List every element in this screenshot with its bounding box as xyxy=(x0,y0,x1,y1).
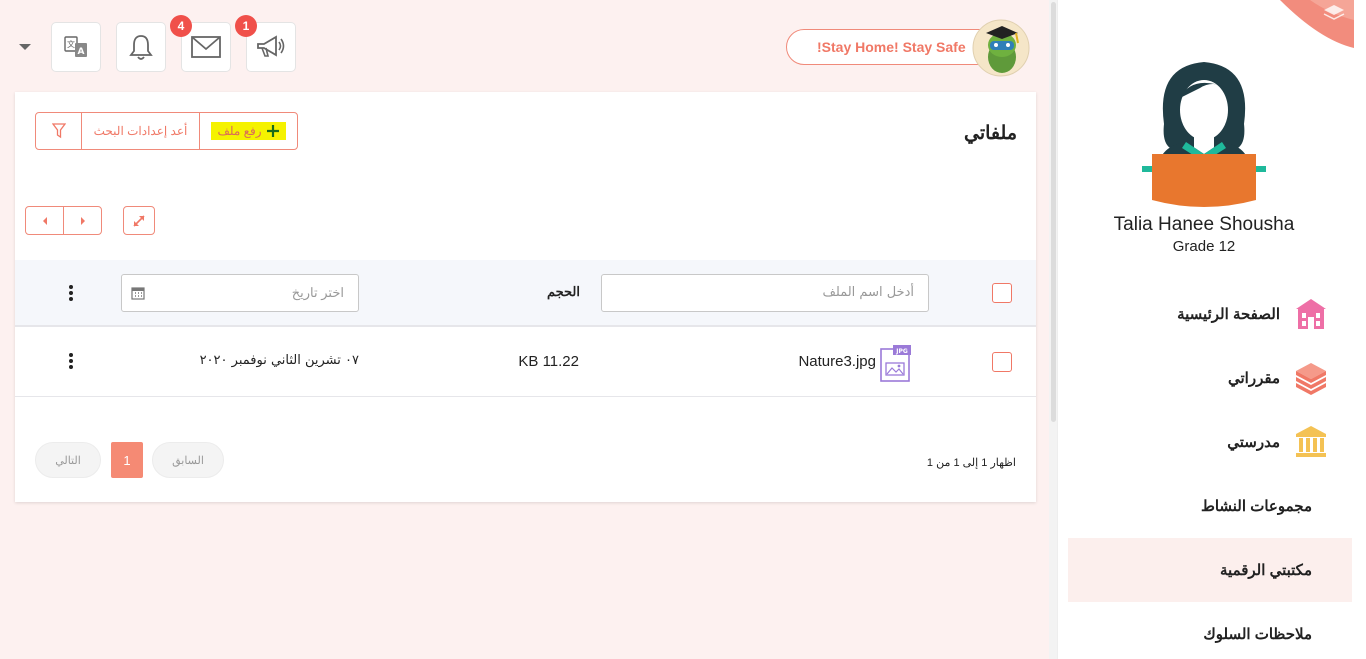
stay-home-banner[interactable]: !Stay Home! Stay Safe xyxy=(786,29,1000,65)
envelope-icon xyxy=(191,36,221,58)
expand-table-button[interactable] xyxy=(123,206,155,235)
corner-logo-icon xyxy=(1280,0,1354,48)
row-checkbox[interactable] xyxy=(992,352,1012,372)
mascot-graduate-icon xyxy=(972,19,1030,77)
filter-button[interactable] xyxy=(36,113,82,149)
jpg-file-icon: JPG xyxy=(880,345,911,382)
table-scroll-arrows xyxy=(25,206,102,235)
sidebar-scrollbar-thumb[interactable] xyxy=(1051,2,1056,422)
select-all-checkbox[interactable] xyxy=(992,283,1012,303)
sidebar-item-label: الصفحة الرئيسية xyxy=(1177,306,1280,323)
previous-page-button[interactable]: السابق xyxy=(152,442,224,478)
sidebar-item-digital-library[interactable]: مكتبتي الرقمية xyxy=(1068,538,1352,602)
file-date: ٠٧ تشرين الثاني نوفمبر ٢٠٢٠ xyxy=(199,353,359,368)
calendar-icon xyxy=(131,287,145,300)
caret-left-icon xyxy=(42,216,47,225)
pagination-summary: اظهار 1 إلى 1 من 1 xyxy=(926,457,1016,469)
files-toolbar: أعد إعدادات البحث رفع ملف xyxy=(35,112,298,150)
notifications-button[interactable] xyxy=(116,22,166,72)
sidebar-item-label: مكتبتي الرقمية xyxy=(1220,562,1312,579)
date-picker-input[interactable]: اختر تاريخ xyxy=(121,274,359,312)
file-type-label: JPG xyxy=(895,348,908,355)
institution-columns-icon xyxy=(1296,426,1326,457)
translate-icon: A 文 xyxy=(64,36,87,57)
funnel-icon xyxy=(51,123,66,139)
upload-label: رفع ملف xyxy=(217,124,262,138)
reset-search-button[interactable]: أعد إعدادات البحث xyxy=(82,113,200,149)
sidebar-item-label: مجموعات النشاط xyxy=(1200,498,1312,515)
sidebar: Talia Hanee Shousha Grade 12 الصفحة الرئ… xyxy=(1057,0,1366,659)
file-size: KB 11.22 xyxy=(518,353,579,370)
school-building-icon xyxy=(1296,299,1326,329)
sidebar-item-behavior-notes[interactable]: ملاحظات السلوك xyxy=(1068,602,1352,659)
sidebar-nav: الصفحة الرئيسية مقرراتي مدرستي مجموعات ا… xyxy=(1068,282,1352,659)
expand-icon xyxy=(133,214,145,227)
file-name-search-input[interactable]: أدخل اسم الملف xyxy=(601,274,929,312)
upload-file-button[interactable]: رفع ملف xyxy=(200,113,297,149)
file-name-link[interactable]: Nature3.jpg xyxy=(798,353,876,370)
messages-button[interactable]: 4 xyxy=(170,15,231,72)
date-placeholder: اختر تاريخ xyxy=(291,285,344,300)
sidebar-item-label: مقرراتي xyxy=(1228,370,1280,387)
table-row[interactable]: JPG Nature3.jpg KB 11.22 ٠٧ تشرين الثاني… xyxy=(15,327,1036,397)
row-options-kebab-icon[interactable] xyxy=(68,352,74,370)
sidebar-item-label: مدرستي xyxy=(1227,434,1280,451)
scroll-left-button[interactable] xyxy=(26,207,64,234)
avatar xyxy=(1142,62,1266,207)
announcements-count-badge: 1 xyxy=(235,15,257,37)
table-filter-row: أدخل اسم الملف الحجم اختر تاريخ xyxy=(15,260,1036,327)
svg-text:文: 文 xyxy=(67,39,75,49)
scroll-right-button[interactable] xyxy=(64,207,101,234)
account-menu-dropdown[interactable] xyxy=(19,44,31,50)
column-options-kebab-icon[interactable] xyxy=(68,284,74,302)
messages-count-badge: 4 xyxy=(170,15,192,37)
sidebar-item-home[interactable]: الصفحة الرئيسية xyxy=(1068,282,1352,346)
files-card: ملفاتي أعد إعدادات البحث رفع ملف أدخل اس… xyxy=(15,92,1036,502)
user-grade: Grade 12 xyxy=(1172,238,1236,255)
caret-right-icon xyxy=(80,216,85,225)
megaphone-icon xyxy=(257,35,285,57)
bell-icon xyxy=(129,35,153,60)
language-button[interactable]: A 文 xyxy=(51,22,101,72)
next-page-button[interactable]: التالي xyxy=(35,442,101,478)
plus-icon xyxy=(266,125,279,137)
sidebar-item-my-school[interactable]: مدرستي xyxy=(1068,410,1352,474)
sidebar-item-activity-groups[interactable]: مجموعات النشاط xyxy=(1068,474,1352,538)
size-column-header: الحجم xyxy=(546,284,580,299)
books-stack-icon xyxy=(1296,363,1326,395)
announcements-button[interactable]: 1 xyxy=(235,15,296,72)
user-name: Talia Hanee Shousha xyxy=(1113,214,1295,235)
sidebar-item-label: ملاحظات السلوك xyxy=(1203,626,1312,643)
current-page-button[interactable]: 1 xyxy=(111,442,143,478)
svg-text:A: A xyxy=(78,47,85,57)
sidebar-item-my-courses[interactable]: مقرراتي xyxy=(1068,346,1352,410)
page-title: ملفاتي xyxy=(964,123,1017,144)
